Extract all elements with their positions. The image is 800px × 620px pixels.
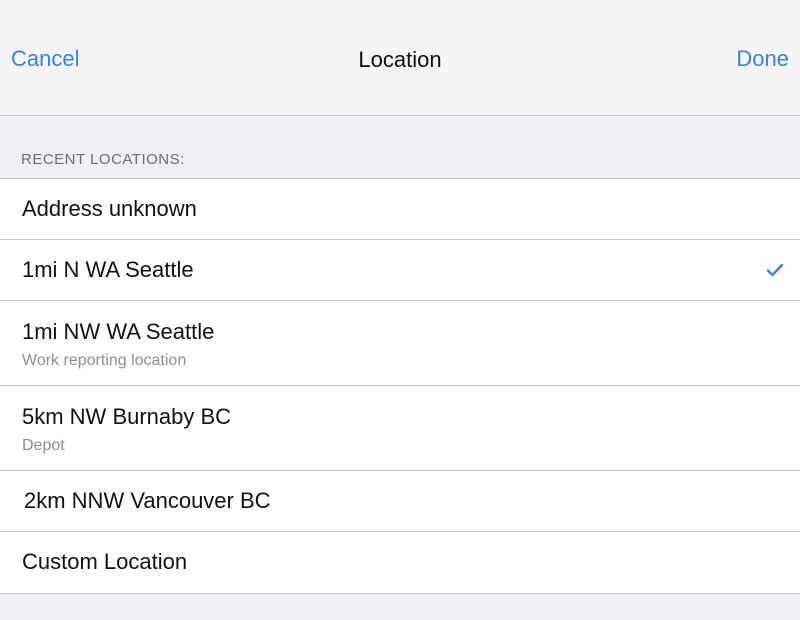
page-title: Location — [358, 47, 442, 72]
done-button[interactable]: Done — [736, 45, 789, 73]
location-row-5km-nw-burnaby-bc[interactable]: 5km NW Burnaby BC Depot — [0, 386, 800, 471]
location-title: 1mi N WA Seattle — [22, 257, 194, 282]
location-title: 5km NW Burnaby BC — [22, 404, 232, 429]
section-header-recent-locations: RECENT LOCATIONS: — [21, 151, 185, 168]
location-row-1mi-nw-wa-seattle[interactable]: 1mi NW WA Seattle Work reporting locatio… — [0, 301, 800, 386]
location-row-custom-location[interactable]: Custom Location — [0, 532, 800, 593]
location-row-address-unknown[interactable]: Address unknown — [0, 179, 800, 240]
location-subtitle: Work reporting location — [22, 352, 187, 369]
checkmark-icon — [766, 263, 784, 277]
location-row-1mi-n-wa-seattle[interactable]: 1mi N WA Seattle — [0, 240, 800, 301]
location-row-2km-nnw-vancouver-bc[interactable]: 2km NNW Vancouver BC — [0, 471, 800, 532]
navigation-bar: Cancel Location Done — [0, 0, 800, 116]
location-title: Custom Location — [22, 549, 188, 574]
recent-locations-list: Address unknown 1mi N WA Seattle 1mi NW … — [0, 178, 800, 594]
location-subtitle: Depot — [22, 437, 65, 454]
location-title: 2km NNW Vancouver BC — [24, 488, 271, 513]
location-title: Address unknown — [22, 196, 197, 221]
location-title: 1mi NW WA Seattle — [22, 319, 215, 344]
